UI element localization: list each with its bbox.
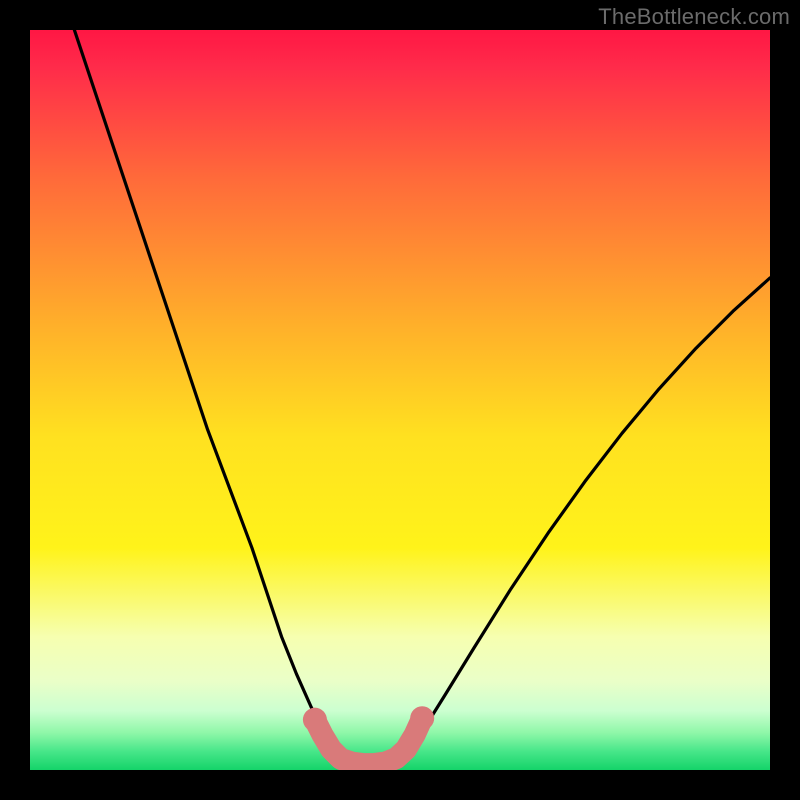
valley-end-dot: [410, 706, 434, 730]
valley-end-dot: [303, 708, 327, 732]
gradient-background: [30, 30, 770, 770]
bottleneck-chart: [30, 30, 770, 770]
outer-frame: TheBottleneck.com: [0, 0, 800, 800]
watermark-text: TheBottleneck.com: [598, 4, 790, 30]
